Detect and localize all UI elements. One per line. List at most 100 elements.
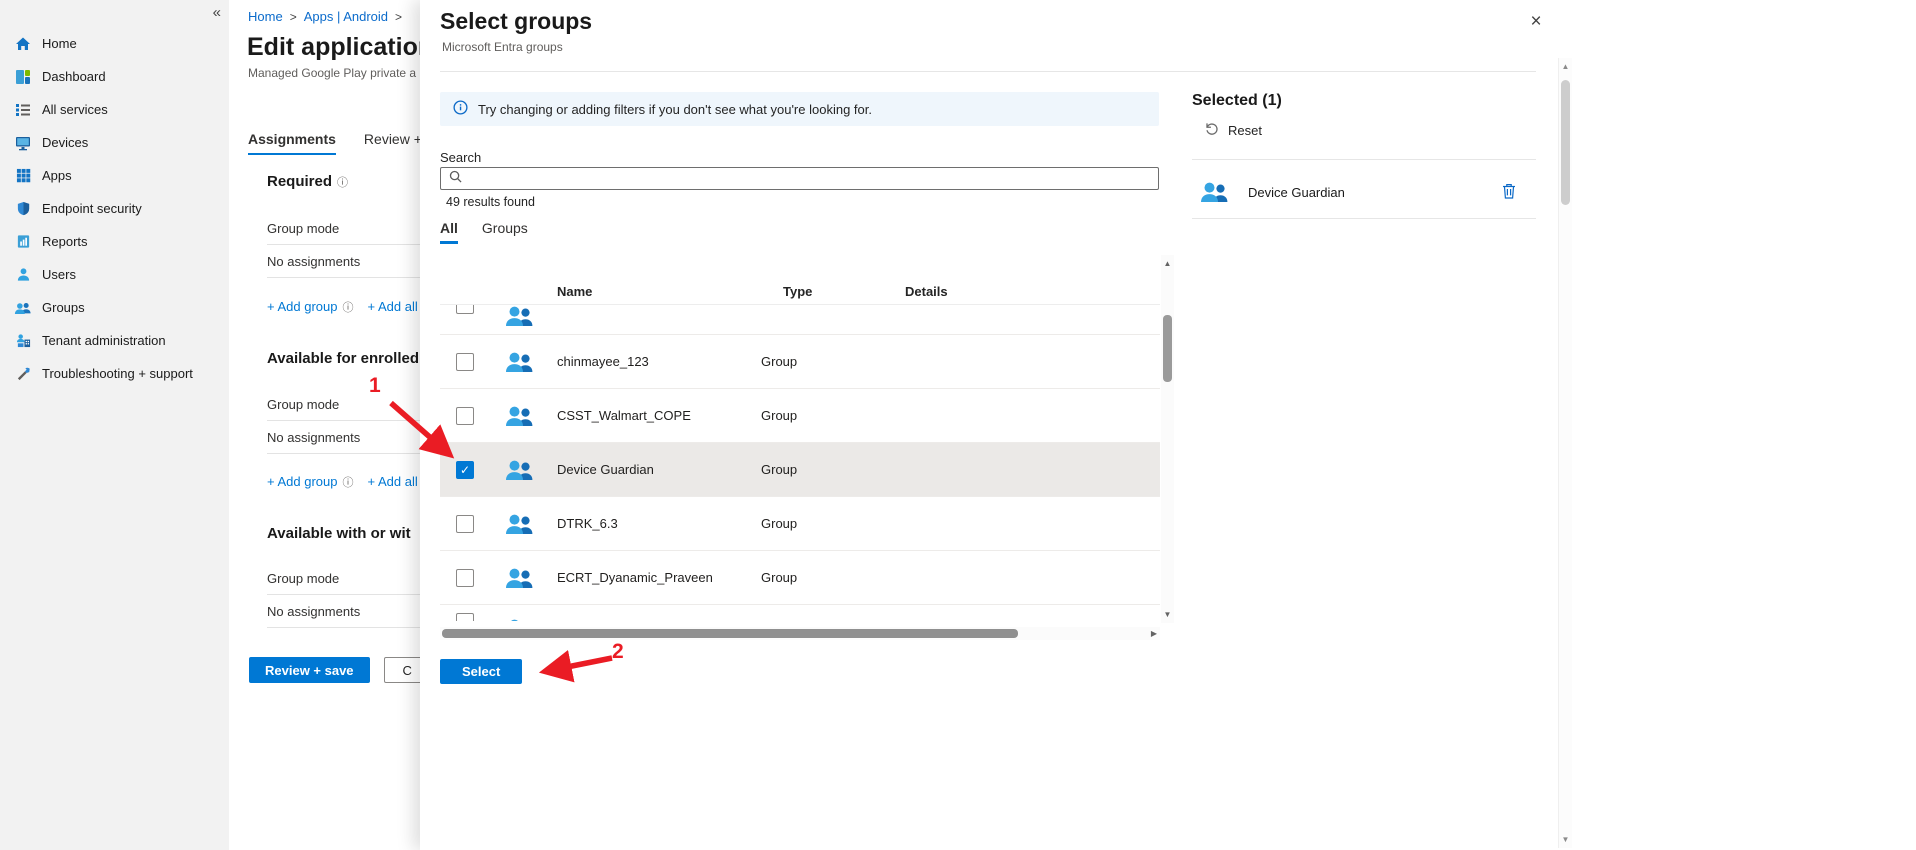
sidebar-collapse-button[interactable]: « [213, 4, 221, 21]
home-icon [14, 36, 32, 52]
sidebar-item-reports[interactable]: Reports [0, 225, 229, 258]
horizontal-scrollbar-thumb[interactable] [442, 629, 1018, 638]
table-row[interactable]: ECRT_Dyanamic_Praveen Group [440, 551, 1160, 605]
reset-icon [1204, 121, 1219, 139]
remove-selected-icon[interactable] [1502, 183, 1516, 204]
group-icon [503, 617, 535, 621]
column-name: Name [557, 284, 783, 299]
section-heading-required: Requiredⓘ [267, 173, 348, 190]
group-type: Group [761, 462, 883, 477]
close-icon[interactable]: × [1524, 10, 1548, 34]
search-box [440, 167, 1159, 190]
available-enrolled-add-links: + Add groupⓘ + Add all u [267, 474, 429, 490]
select-button[interactable]: Select [440, 659, 522, 684]
user-icon [14, 267, 32, 283]
group-type: Group [761, 570, 883, 585]
sidebar-nav: Home Dashboard All services Devices Apps… [0, 0, 229, 390]
scroll-right-icon[interactable]: ▶ [1151, 629, 1157, 638]
row-checkbox[interactable] [456, 305, 474, 314]
section-heading-available-enrolled: Available for enrolled [267, 350, 419, 367]
sidebar-item-groups[interactable]: Groups [0, 291, 229, 324]
panel-scrollbar-thumb[interactable] [1561, 80, 1570, 205]
group-icon [1198, 180, 1230, 204]
table-row[interactable]: chinmayee_123 Group [440, 335, 1160, 389]
sidebar-item-label: Endpoint security [42, 201, 142, 216]
sidebar-item-users[interactable]: Users [0, 258, 229, 291]
list-horizontal-scrollbar[interactable]: ▶ [440, 627, 1160, 640]
table-header: Name Type Details [440, 278, 1160, 305]
row-checkbox[interactable] [456, 353, 474, 371]
header-divider [440, 71, 1536, 72]
row-checkbox-checked[interactable]: ✓ [456, 461, 474, 479]
breadcrumb-current-link[interactable]: Apps | Android [304, 9, 388, 24]
tab-assignments[interactable]: Assignments [248, 131, 336, 155]
selected-group-name: Device Guardian [1248, 185, 1345, 200]
group-name: Device Guardian [557, 462, 761, 477]
sidebar-item-devices[interactable]: Devices [0, 126, 229, 159]
add-group-link[interactable]: + Add groupⓘ [267, 474, 353, 490]
sidebar-item-endpoint-security[interactable]: Endpoint security [0, 192, 229, 225]
breadcrumb: Home>Apps | Android> [248, 9, 409, 24]
page-tabs: Assignments Review + [248, 131, 422, 155]
panel-title: Select groups [440, 8, 592, 35]
search-label: Search [440, 150, 481, 165]
sidebar: « Home Dashboard All services Devices Ap… [0, 0, 229, 850]
group-icon [503, 458, 535, 482]
table-row-selected[interactable]: ✓ Device Guardian Group [440, 443, 1160, 497]
collapse-icon: « [213, 4, 221, 21]
apps-icon [14, 168, 32, 184]
sidebar-item-home[interactable]: Home [0, 27, 229, 60]
scroll-down-icon[interactable]: ▼ [1161, 610, 1174, 619]
banner-text: Try changing or adding filters if you do… [478, 102, 872, 117]
groups-list: chinmayee_123 Group CSST_Walmart_COPE Gr… [440, 305, 1160, 621]
group-type: Group [761, 408, 883, 423]
scroll-down-icon[interactable]: ▼ [1559, 835, 1572, 844]
group-type: Group [761, 354, 883, 369]
row-checkbox[interactable] [456, 569, 474, 587]
search-input[interactable] [468, 168, 1158, 189]
row-checkbox[interactable] [456, 613, 474, 621]
tab-groups[interactable]: Groups [482, 220, 528, 244]
group-type: Group [761, 516, 883, 531]
group-icon [503, 404, 535, 428]
partial-row [440, 305, 1160, 335]
reports-icon [14, 234, 32, 250]
sidebar-item-label: Users [42, 267, 76, 282]
vertical-scrollbar-thumb[interactable] [1163, 315, 1172, 382]
sidebar-item-label: Devices [42, 135, 88, 150]
required-add-links: + Add groupⓘ + Add all u [267, 299, 429, 315]
partial-row [440, 605, 1160, 621]
sidebar-item-label: Tenant administration [42, 333, 166, 348]
row-checkbox[interactable] [456, 515, 474, 533]
panel-scrollbar[interactable]: ▲ ▼ [1558, 58, 1572, 848]
table-row[interactable]: DTRK_6.3 Group [440, 497, 1160, 551]
divider [1192, 159, 1536, 160]
page-subtitle: Managed Google Play private a [248, 66, 416, 80]
sidebar-item-troubleshooting[interactable]: Troubleshooting + support [0, 357, 229, 390]
row-checkbox[interactable] [456, 407, 474, 425]
scroll-up-icon[interactable]: ▲ [1161, 259, 1174, 268]
group-icon [503, 512, 535, 536]
scroll-up-icon[interactable]: ▲ [1559, 62, 1572, 71]
tab-all[interactable]: All [440, 220, 458, 244]
sidebar-item-all-services[interactable]: All services [0, 93, 229, 126]
sidebar-item-dashboard[interactable]: Dashboard [0, 60, 229, 93]
list-vertical-scrollbar[interactable]: ▲ ▼ [1161, 255, 1174, 623]
breadcrumb-home-link[interactable]: Home [248, 9, 283, 24]
group-name: chinmayee_123 [557, 354, 761, 369]
tenant-admin-icon [14, 333, 32, 349]
add-group-link[interactable]: + Add groupⓘ [267, 299, 353, 315]
sidebar-item-tenant-administration[interactable]: Tenant administration [0, 324, 229, 357]
sidebar-item-label: Groups [42, 300, 85, 315]
tab-review[interactable]: Review + [364, 131, 422, 155]
breadcrumb-separator: > [395, 10, 402, 24]
dashboard-icon [14, 69, 32, 85]
reset-button[interactable]: Reset [1204, 121, 1262, 139]
review-save-button[interactable]: Review + save [249, 657, 370, 683]
search-icon [449, 170, 462, 188]
table-row[interactable]: CSST_Walmart_COPE Group [440, 389, 1160, 443]
devices-icon [14, 135, 32, 151]
sidebar-item-apps[interactable]: Apps [0, 159, 229, 192]
sidebar-item-label: Dashboard [42, 69, 106, 84]
groups-icon [14, 300, 32, 316]
